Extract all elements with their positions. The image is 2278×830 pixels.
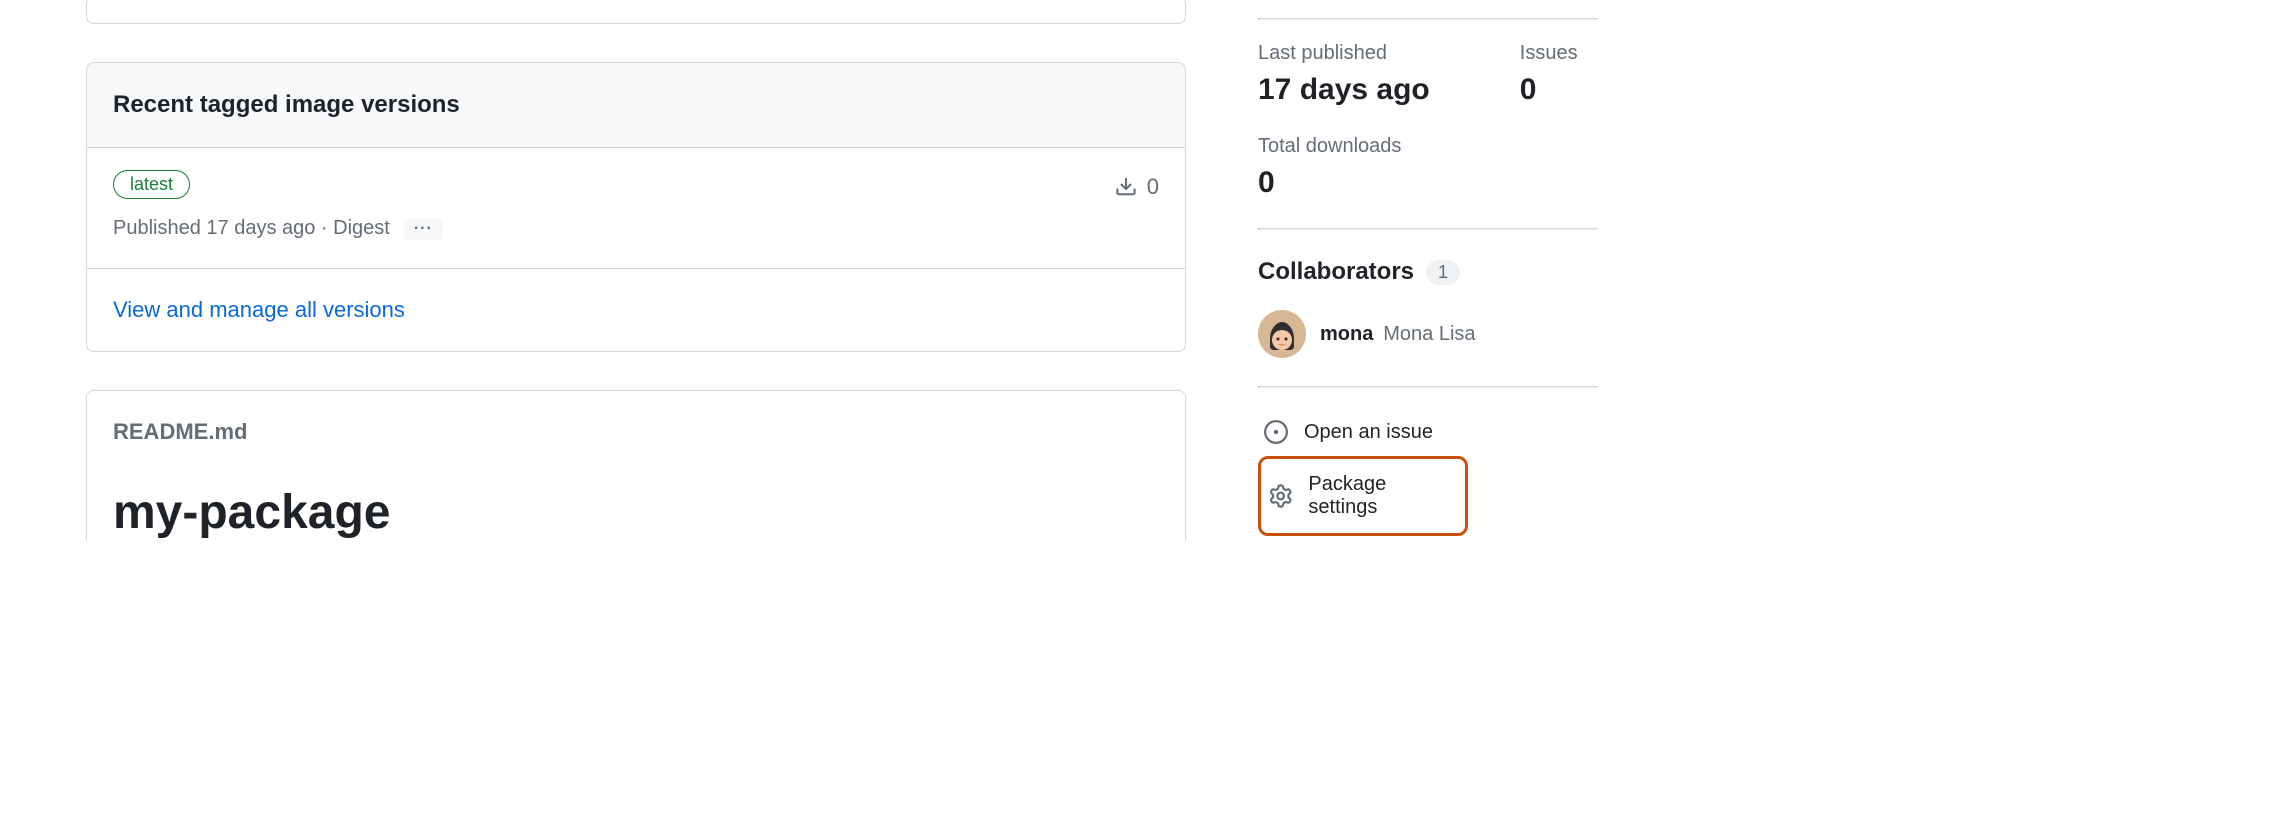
- view-all-versions-link[interactable]: View and manage all versions: [113, 297, 405, 322]
- view-all-versions-row: View and manage all versions: [87, 269, 1185, 351]
- version-info: latest Published 17 days ago · Digest ··…: [113, 170, 443, 240]
- version-published-text: Published 17 days ago · Digest: [113, 217, 390, 240]
- package-settings-link[interactable]: Package settings: [1258, 456, 1468, 536]
- readme-title: my-package: [87, 445, 1185, 540]
- version-download-count: 0: [1115, 174, 1159, 200]
- avatar[interactable]: [1258, 310, 1306, 358]
- total-downloads-value: 0: [1258, 166, 1598, 200]
- open-issue-label: Open an issue: [1304, 421, 1433, 444]
- recent-versions-card: Recent tagged image versions latest Publ…: [86, 62, 1186, 352]
- issues-stat: Issues 0: [1520, 42, 1578, 107]
- sidebar-links: Open an issue Package settings: [1258, 388, 1598, 536]
- gear-icon: [1269, 484, 1292, 508]
- version-tag-badge[interactable]: latest: [113, 170, 190, 199]
- empty-card-top: [86, 0, 1186, 24]
- version-download-number: 0: [1147, 174, 1159, 200]
- readme-filename: README.md: [87, 391, 1185, 445]
- issue-opened-icon: [1264, 420, 1288, 444]
- issues-value: 0: [1520, 73, 1578, 107]
- last-published-label: Last published: [1258, 42, 1430, 65]
- recent-versions-title: Recent tagged image versions: [87, 63, 1185, 148]
- version-more-button[interactable]: ···: [404, 218, 443, 240]
- collaborators-section: Collaborators 1 mona: [1258, 230, 1598, 386]
- last-published-stat: Last published 17 days ago: [1258, 42, 1430, 107]
- total-downloads-label: Total downloads: [1258, 135, 1598, 158]
- readme-card: README.md my-package: [86, 390, 1186, 540]
- total-downloads-stat: Total downloads 0: [1258, 135, 1598, 228]
- download-icon: [1115, 176, 1137, 198]
- last-published-value: 17 days ago: [1258, 73, 1430, 107]
- collaborator-username: mona: [1320, 323, 1373, 345]
- collaborator-name: mona Mona Lisa: [1320, 323, 1476, 346]
- avatar-icon: [1258, 310, 1306, 358]
- main-column: Recent tagged image versions latest Publ…: [86, 0, 1186, 540]
- collaborator-row[interactable]: mona Mona Lisa: [1258, 310, 1598, 358]
- sidebar-column: Last published 17 days ago Issues 0 Tota…: [1258, 0, 1598, 540]
- issues-label: Issues: [1520, 42, 1578, 65]
- collaborators-title: Collaborators: [1258, 258, 1414, 286]
- package-settings-label: Package settings: [1308, 473, 1457, 519]
- open-issue-link[interactable]: Open an issue: [1258, 410, 1598, 454]
- version-meta: Published 17 days ago · Digest ···: [113, 217, 443, 240]
- collaborators-header: Collaborators 1: [1258, 258, 1598, 286]
- sidebar-stats-row: Last published 17 days ago Issues 0: [1258, 20, 1598, 135]
- version-row: latest Published 17 days ago · Digest ··…: [87, 148, 1185, 269]
- collaborators-count-badge: 1: [1426, 260, 1460, 285]
- collaborator-fullname: Mona Lisa: [1383, 323, 1475, 345]
